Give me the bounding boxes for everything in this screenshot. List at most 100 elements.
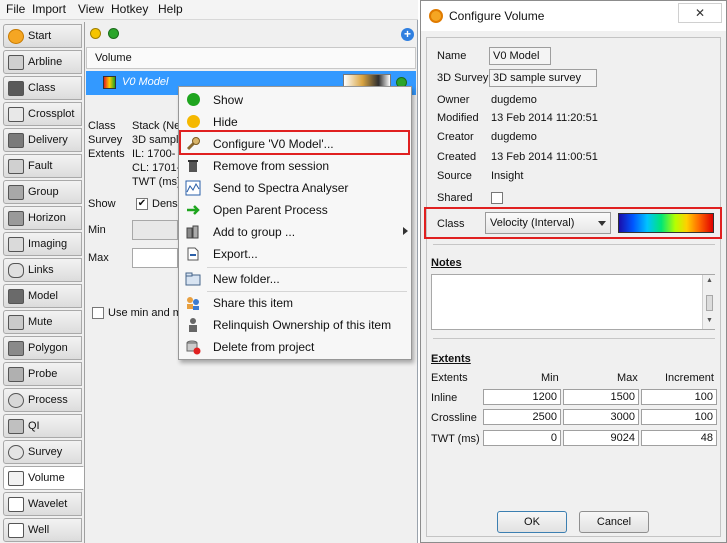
sidebar-item-well[interactable]: Well	[3, 518, 82, 542]
qi-icon	[8, 419, 24, 434]
sidebar-item-qi[interactable]: QI	[3, 414, 82, 438]
scroll-thumb[interactable]	[706, 295, 713, 311]
sidebar-item-mute[interactable]: Mute	[3, 310, 82, 334]
sidebar-item-label: Fault	[28, 160, 53, 172]
sidebar-item-delivery[interactable]: Delivery	[3, 128, 82, 152]
menu-item-open-parent[interactable]: Open Parent Process	[181, 199, 409, 221]
menu-import[interactable]: Import	[32, 2, 66, 16]
yellow-dot-icon	[187, 115, 200, 128]
owner-label: Owner	[437, 94, 470, 106]
menu-item-show[interactable]: Show	[181, 89, 409, 111]
probe-icon	[8, 367, 24, 382]
menu-item-new-folder[interactable]: New folder...	[181, 268, 409, 290]
menu-item-add-to-group[interactable]: Add to group ...	[181, 221, 409, 243]
max-column-header: Max	[617, 372, 638, 384]
twt-increment-field[interactable]: 48	[641, 430, 717, 446]
menu-item-relinquish[interactable]: Relinquish Ownership of this item	[181, 314, 409, 336]
crossline-max-field[interactable]: 3000	[563, 409, 639, 425]
increment-column-header: Increment	[665, 372, 714, 384]
polygon-icon	[8, 341, 24, 356]
group-icon	[8, 185, 24, 200]
menu-item-spectra[interactable]: Send to Spectra Analyser	[181, 177, 409, 199]
sidebar-item-links[interactable]: Links	[3, 258, 82, 282]
density-label: Densi	[152, 198, 178, 210]
configure-volume-dialog: Configure Volume ✕ Name V0 Model 3D Surv…	[420, 0, 727, 543]
model-icon	[8, 289, 24, 304]
notes-textarea[interactable]: ▲ ▼	[431, 274, 715, 330]
menu-item-label: Delete from project	[213, 340, 315, 354]
close-button[interactable]: ✕	[678, 3, 722, 23]
menu-view[interactable]: View	[78, 2, 104, 16]
max-input[interactable]	[132, 248, 178, 268]
scroll-down-icon[interactable]: ▼	[706, 317, 713, 324]
detail-survey-value: 3D sample	[132, 134, 178, 146]
dialog-titlebar[interactable]: Configure Volume ✕	[421, 1, 726, 31]
add-volume-button[interactable]: +	[401, 28, 414, 41]
sidebar-item-label: Group	[28, 186, 59, 198]
sidebar-item-volume[interactable]: Volume	[3, 466, 84, 490]
yellow-status-dot-icon[interactable]	[90, 28, 101, 39]
horizon-icon	[8, 211, 24, 226]
twt-max-field[interactable]: 9024	[563, 430, 639, 446]
sidebar-item-label: Model	[28, 290, 58, 302]
sidebar-item-wavelet[interactable]: Wavelet	[3, 492, 82, 516]
green-status-dot-icon[interactable]	[108, 28, 119, 39]
menu-hotkey[interactable]: Hotkey	[111, 2, 148, 16]
menu-item-label: Hide	[213, 115, 238, 129]
sidebar-item-fault[interactable]: Fault	[3, 154, 82, 178]
sidebar-item-process[interactable]: Process	[3, 388, 82, 412]
name-field[interactable]: V0 Model	[489, 47, 551, 65]
crossplot-icon	[8, 107, 24, 122]
crossline-increment-field[interactable]: 100	[641, 409, 717, 425]
sidebar-item-class[interactable]: Class	[3, 76, 82, 100]
inline-increment-field[interactable]: 100	[641, 389, 717, 405]
sidebar-item-start[interactable]: Start	[3, 24, 82, 48]
share-icon	[185, 295, 201, 311]
ok-button[interactable]: OK	[497, 511, 567, 533]
menu-item-share[interactable]: Share this item	[181, 292, 409, 314]
cancel-button[interactable]: Cancel	[579, 511, 649, 533]
crossline-min-field[interactable]: 2500	[483, 409, 561, 425]
notes-scrollbar[interactable]: ▲ ▼	[702, 275, 715, 329]
sidebar-item-model[interactable]: Model	[3, 284, 82, 308]
twt-min-field[interactable]: 0	[483, 430, 561, 446]
menu-item-remove[interactable]: Remove from session	[181, 155, 409, 177]
sidebar-item-group[interactable]: Group	[3, 180, 82, 204]
volume-column-header[interactable]: Volume	[86, 47, 416, 69]
sidebar-item-probe[interactable]: Probe	[3, 362, 82, 386]
density-checkbox[interactable]: ✔	[136, 198, 148, 210]
sidebar-item-horizon[interactable]: Horizon	[3, 206, 82, 230]
inline-max-field[interactable]: 1500	[563, 389, 639, 405]
created-value: 13 Feb 2014 11:00:51	[491, 151, 598, 163]
fault-icon	[8, 159, 24, 174]
folder-icon	[185, 271, 201, 287]
scroll-up-icon[interactable]: ▲	[706, 277, 713, 284]
class-highlight-box	[424, 207, 722, 239]
inline-min-field[interactable]: 1200	[483, 389, 561, 405]
sidebar-item-survey[interactable]: Survey	[3, 440, 82, 464]
sidebar-item-imaging[interactable]: Imaging	[3, 232, 82, 256]
export-icon	[185, 246, 201, 262]
creator-label: Creator	[437, 131, 474, 143]
max-label: Max	[88, 252, 109, 264]
use-minmax-checkbox[interactable]	[92, 307, 104, 319]
menu-item-delete[interactable]: Delete from project	[181, 336, 409, 358]
sidebar-item-label: Volume	[28, 472, 65, 484]
min-input[interactable]	[132, 220, 178, 240]
menu-item-label: Remove from session	[213, 159, 330, 173]
menu-file[interactable]: File	[6, 2, 25, 16]
well-icon	[8, 523, 24, 538]
shared-checkbox[interactable]	[491, 192, 503, 204]
sidebar-item-crossplot[interactable]: Crossplot	[3, 102, 82, 126]
menu-item-label: Share this item	[213, 296, 294, 310]
survey-field[interactable]: 3D sample survey	[489, 69, 597, 87]
volume-icon	[8, 471, 24, 486]
sidebar: Start Arbline Class Crossplot Delivery F…	[3, 22, 84, 543]
sidebar-item-arbline[interactable]: Arbline	[3, 50, 82, 74]
sidebar-item-polygon[interactable]: Polygon	[3, 336, 82, 360]
menu-help[interactable]: Help	[158, 2, 183, 16]
menu-item-export[interactable]: Export...	[181, 243, 409, 265]
menubar: File Import View Hotkey Help	[0, 0, 418, 20]
sidebar-item-label: Start	[28, 30, 52, 42]
twt-label: TWT (ms)	[431, 433, 480, 445]
